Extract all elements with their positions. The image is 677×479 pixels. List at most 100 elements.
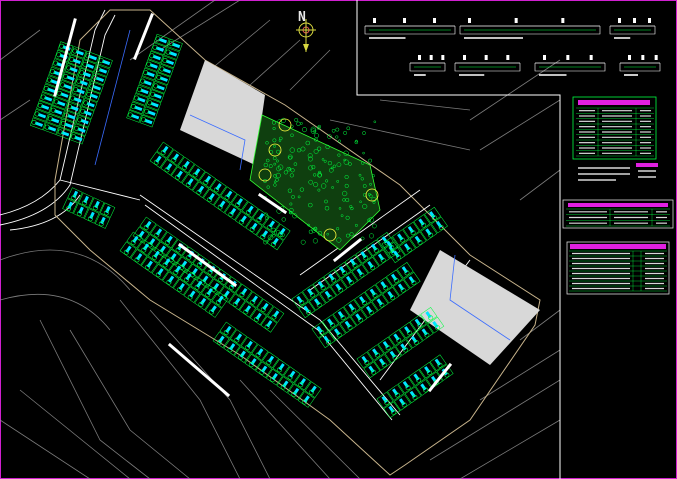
house-block-icon — [377, 336, 395, 354]
house-block-icon — [141, 67, 158, 81]
house-block-icon — [84, 208, 100, 224]
house-block-icon — [294, 373, 311, 391]
house-block-icon — [419, 361, 437, 379]
house-block-icon — [94, 213, 111, 229]
house-block-icon — [256, 298, 274, 316]
house-block-icon — [172, 278, 190, 296]
house-block-icon — [204, 301, 222, 318]
house-block-icon — [149, 151, 167, 169]
house-block-icon — [382, 286, 400, 304]
house-block-icon — [371, 294, 389, 311]
house-block-icon — [69, 131, 86, 145]
house-block-icon — [202, 188, 220, 206]
house-block-icon — [209, 179, 227, 196]
house-block-icon — [319, 286, 337, 304]
house-block-icon — [194, 293, 212, 311]
house-block-icon — [167, 149, 185, 166]
house-block-icon — [144, 59, 161, 72]
house-block-icon — [72, 123, 89, 137]
house-block-icon — [245, 218, 263, 236]
house-block-icon — [154, 72, 171, 86]
legend-table-2 — [562, 199, 674, 229]
house-block-icon — [287, 383, 305, 401]
house-block-icon — [132, 93, 149, 106]
house-block-icon — [177, 156, 195, 174]
house-block-icon — [49, 105, 65, 118]
house-block-icon — [396, 262, 414, 279]
house-block-icon — [74, 76, 91, 89]
house-block-icon — [413, 214, 431, 231]
cad-site-plan — [0, 0, 677, 479]
house-block-icon — [61, 71, 78, 85]
house-block-icon — [408, 369, 426, 386]
house-block-icon — [56, 126, 72, 140]
house-block-icon — [239, 301, 257, 318]
house-block-icon — [99, 202, 116, 218]
house-block-icon — [429, 354, 447, 371]
house-block-icon — [33, 108, 49, 122]
house-block-icon — [341, 271, 358, 289]
sections-panel — [356, 0, 661, 479]
house-block-icon — [402, 221, 420, 239]
house-block-icon — [160, 231, 178, 249]
house-block-icon — [150, 224, 168, 241]
house-block-icon — [361, 301, 378, 319]
house-block-icon — [404, 386, 422, 404]
house-block-icon — [88, 81, 104, 94]
house-block-icon — [231, 193, 248, 211]
house-block-icon — [130, 249, 148, 266]
house-block-icon — [139, 216, 157, 234]
house-block-icon — [375, 277, 393, 294]
house-block-icon — [397, 376, 415, 394]
house-block-icon — [311, 321, 329, 339]
house-block-icon — [73, 203, 89, 219]
house-block-icon — [424, 206, 442, 224]
house-block-icon — [67, 54, 84, 68]
house-block-icon — [39, 92, 55, 105]
house-block-icon — [272, 359, 290, 376]
house-block-icon — [283, 366, 301, 383]
house-block-icon — [251, 344, 269, 361]
house-block-icon — [372, 249, 390, 266]
house-block-icon — [354, 291, 372, 309]
house-block-icon — [383, 401, 401, 419]
house-block-icon — [97, 55, 113, 69]
house-block-icon — [219, 321, 237, 339]
house-block-icon — [30, 117, 46, 131]
house-block-icon — [138, 76, 155, 89]
house-block-icon — [64, 62, 81, 76]
house-block-icon — [135, 84, 152, 98]
house-block-icon — [46, 113, 62, 127]
house-block-icon — [78, 192, 94, 208]
house-block-icon — [364, 284, 382, 301]
house-block-icon — [388, 329, 406, 346]
house-block-icon — [151, 42, 167, 56]
site-boundary — [54, 9, 541, 476]
house-block-icon — [334, 261, 352, 279]
house-block-icon — [78, 106, 95, 120]
house-block-icon — [70, 46, 87, 59]
house-block-icon — [68, 93, 85, 106]
house-block-icon — [77, 67, 94, 81]
house-block-icon — [376, 391, 394, 409]
house-block-icon — [158, 64, 174, 77]
house-block-icon — [409, 231, 427, 249]
house-block-icon — [151, 263, 169, 281]
house-block-icon — [147, 50, 164, 64]
house-block-icon — [160, 159, 178, 176]
house-block-icon — [156, 141, 174, 159]
house-block-icon — [344, 254, 362, 271]
road-markers — [53, 13, 453, 398]
house-block-icon — [140, 256, 158, 273]
house-block-icon — [230, 329, 248, 346]
house-block-icon — [240, 336, 258, 354]
house-block-icon — [170, 166, 188, 183]
house-block-icon — [94, 64, 110, 77]
house-block-icon — [67, 187, 83, 203]
house-block-icon — [164, 47, 180, 60]
house-block-icon — [161, 55, 177, 69]
house-block-icon — [71, 84, 88, 98]
house-block-icon — [323, 269, 341, 286]
house-block-icon — [119, 241, 137, 259]
house-block-icon — [265, 368, 283, 386]
